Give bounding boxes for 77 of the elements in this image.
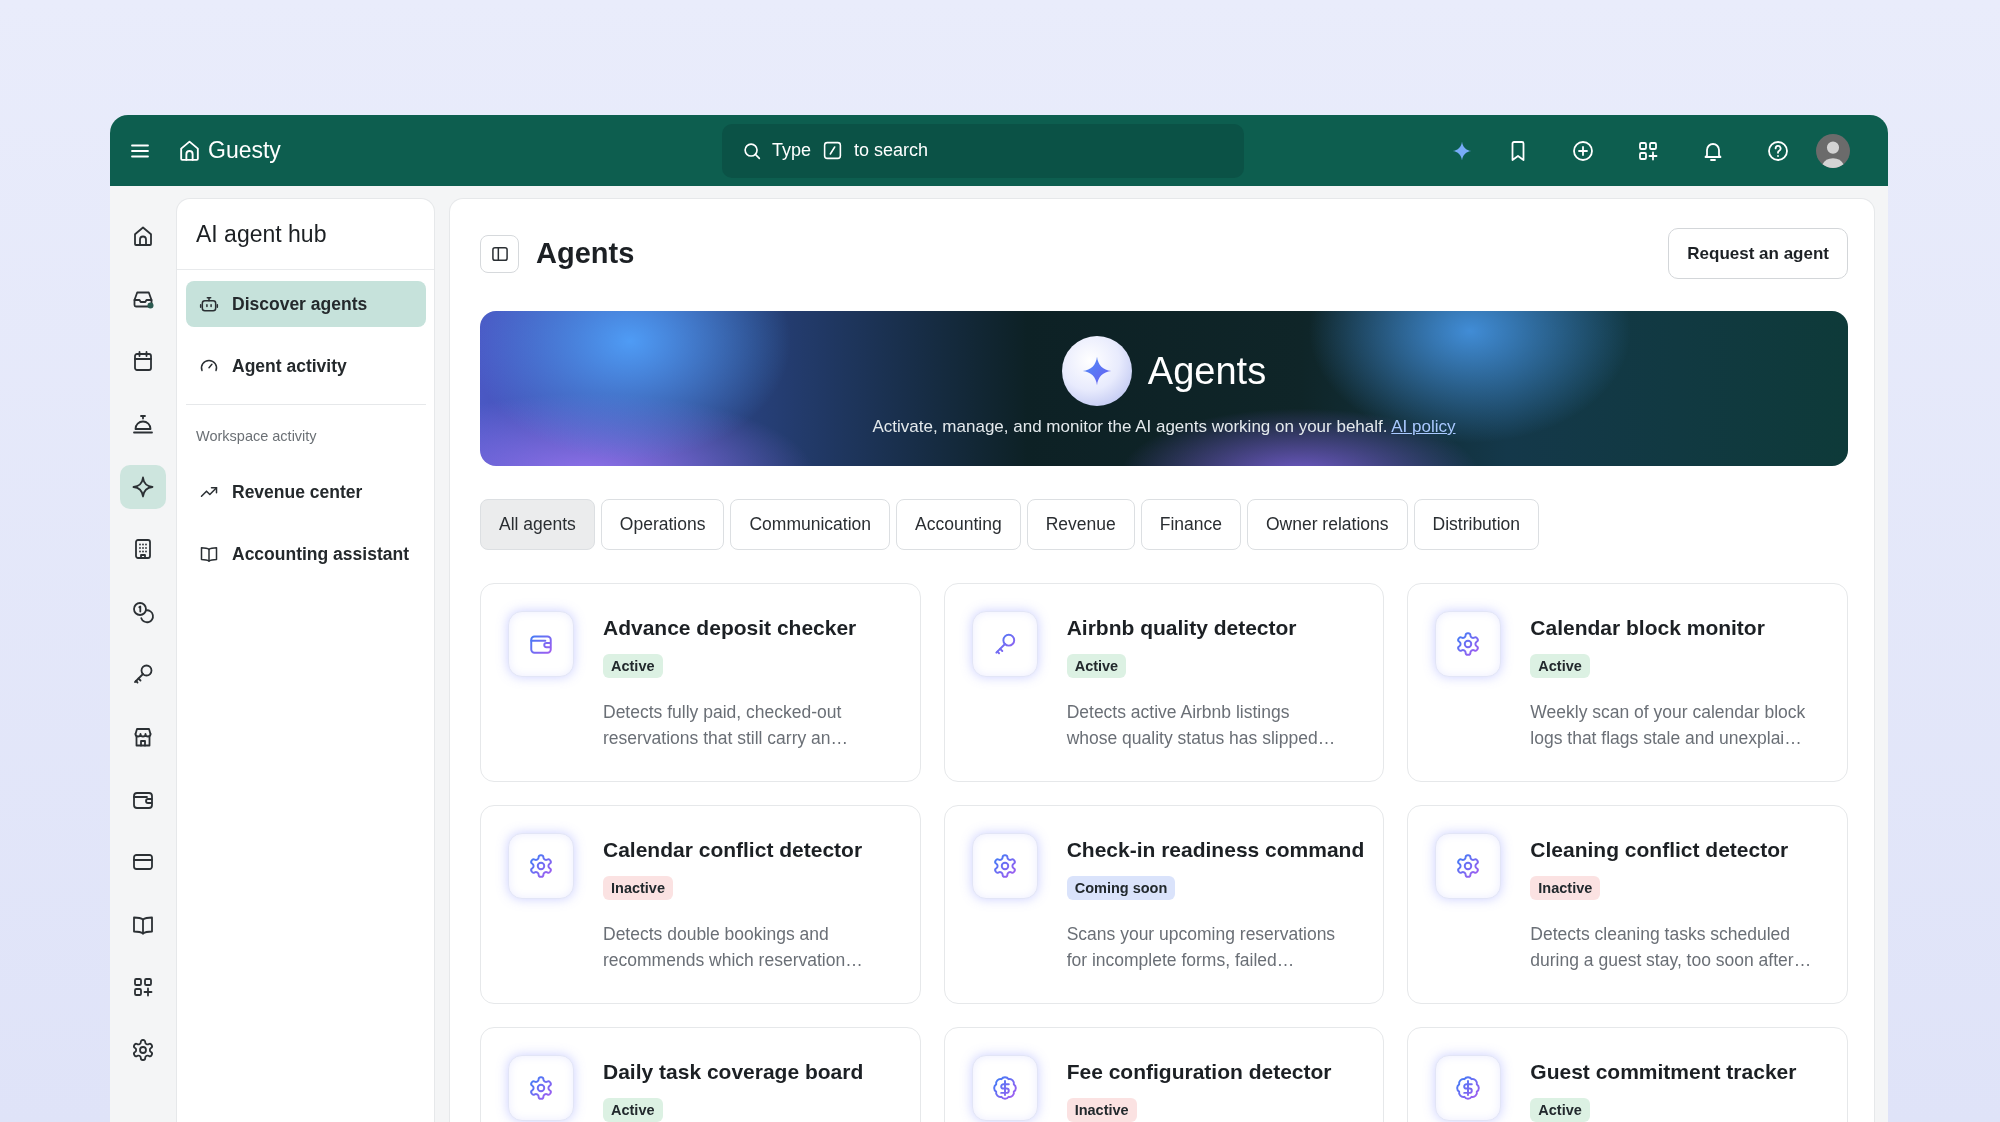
- plus-circle-icon[interactable]: [1571, 138, 1595, 163]
- coins-icon[interactable]: [131, 599, 155, 624]
- agent-card[interactable]: Fee configuration detector Inactive: [943, 1027, 1385, 1122]
- category-tab[interactable]: Revenue: [1026, 499, 1135, 550]
- agent-card[interactable]: Cleaning conflict detector Inactive Detects cleaning tasks scheduled during a guest stay, too soon after…: [1407, 805, 1848, 1004]
- house-icon[interactable]: [177, 138, 202, 163]
- status-badge: Active: [603, 1098, 663, 1122]
- agent-name: Calendar conflict detector: [603, 838, 863, 862]
- agent-name: Airbnb quality detector: [1066, 616, 1298, 640]
- agent-description: Detects double bookings and recommends which reservation…: [603, 923, 863, 972]
- agent-card[interactable]: Guest commitment tracker Active: [1407, 1027, 1848, 1122]
- category-tab[interactable]: Distribution: [1413, 499, 1540, 550]
- status-badge: Inactive: [1530, 876, 1601, 900]
- avatar-icon[interactable]: [1816, 133, 1850, 168]
- sparkle-icon: [1061, 336, 1132, 406]
- agent-card[interactable]: Calendar block monitor Active Weekly scan of your calendar block logs that flags stale and unexplai…: [1407, 583, 1848, 782]
- agent-name: Fee configuration detector: [1066, 1060, 1332, 1084]
- calendar-icon[interactable]: [131, 349, 155, 374]
- dollar-badge-icon: [1435, 1055, 1502, 1121]
- settings-icon[interactable]: [131, 1038, 155, 1062]
- request-agent-button[interactable]: Request an agent: [1668, 228, 1848, 279]
- home-icon[interactable]: [131, 224, 155, 249]
- agent-name: Advance deposit checker: [603, 616, 857, 640]
- gear-icon: [971, 833, 1038, 899]
- agent-card[interactable]: Airbnb quality detector Active Detects active Airbnb listings whose quality status has slipped…: [943, 583, 1385, 782]
- status-badge: Active: [1530, 654, 1590, 678]
- policy-link[interactable]: AI policy: [1391, 417, 1456, 436]
- category-tab[interactable]: All agents: [480, 499, 595, 550]
- status-badge: Active: [603, 654, 663, 678]
- agent-name: Guest commitment tracker: [1530, 1060, 1797, 1084]
- status-badge: Inactive: [603, 876, 673, 900]
- gear-icon: [1435, 833, 1502, 899]
- help-icon[interactable]: [1766, 138, 1790, 163]
- nav-item[interactable]: Agent activity: [186, 343, 426, 389]
- search-field[interactable]: Type to search: [722, 123, 1244, 178]
- robot-icon: [199, 294, 219, 314]
- agent-card[interactable]: Advance deposit checker Active Detects fully paid, checked-out reservations that still carry an…: [480, 583, 921, 782]
- wallet-icon: [508, 611, 574, 677]
- agent-name: Cleaning conflict detector: [1530, 838, 1790, 862]
- category-tab[interactable]: Operations: [600, 499, 725, 550]
- slash-key-icon: [822, 140, 844, 161]
- category-tab[interactable]: Communication: [730, 499, 891, 550]
- agent-name: Daily task coverage board: [603, 1060, 864, 1084]
- agent-name: Calendar block monitor: [1530, 616, 1766, 640]
- agent-description: Weekly scan of your calendar block logs that flags stale and unexplai…: [1530, 701, 1806, 750]
- category-tab[interactable]: Owner relations: [1246, 499, 1408, 550]
- gear-icon: [1435, 611, 1502, 677]
- nav-item[interactable]: Revenue center: [186, 469, 426, 515]
- category-tab[interactable]: Finance: [1140, 499, 1241, 550]
- key-icon: [971, 611, 1038, 677]
- sparkle-icon[interactable]: [120, 464, 166, 509]
- section-heading: Workspace activity: [196, 427, 318, 445]
- banner-subtitle: Activate, manage, and monitor the AI agents working on your behalf. AI policy: [872, 416, 1456, 438]
- agent-name: Check-in readiness command: [1066, 838, 1365, 862]
- gear-icon: [508, 833, 574, 899]
- status-badge: Coming soon: [1066, 876, 1176, 900]
- status-badge: Inactive: [1066, 1098, 1137, 1122]
- gear-icon: [508, 1055, 574, 1121]
- category-tab[interactable]: Accounting: [896, 499, 1021, 550]
- agent-description: Detects cleaning tasks scheduled during a guest stay, too soon after…: [1530, 923, 1812, 972]
- agent-description: Detects fully paid, checked-out reservations that still carry an…: [603, 701, 850, 750]
- panel-title: AI agent hub: [196, 220, 327, 248]
- status-badge: Active: [1530, 1098, 1590, 1122]
- agent-description: Detects active Airbnb listings whose quality status has slipped…: [1066, 701, 1336, 750]
- page-title: Agents: [536, 237, 635, 270]
- nav-item[interactable]: Discover agents: [186, 281, 426, 327]
- agent-card[interactable]: Check-in readiness command Coming soon Scans your upcoming reservations for incomplete forms, failed…: [943, 805, 1385, 1004]
- book-icon: [199, 544, 219, 564]
- status-badge: Active: [1066, 654, 1127, 678]
- banner-title: Agents: [1147, 349, 1267, 393]
- nav-item[interactable]: Accounting assistant: [186, 531, 426, 577]
- agent-card[interactable]: Calendar conflict detector Inactive Detects double bookings and recommends which reservation…: [480, 805, 921, 1004]
- sidebar-toggle-button[interactable]: [480, 234, 519, 273]
- dollar-badge-icon: [971, 1055, 1038, 1121]
- brand-name[interactable]: Guesty: [208, 137, 281, 164]
- agent-card[interactable]: Daily task coverage board Active: [480, 1027, 921, 1122]
- agent-description: Scans your upcoming reservations for incomplete forms, failed…: [1066, 923, 1337, 972]
